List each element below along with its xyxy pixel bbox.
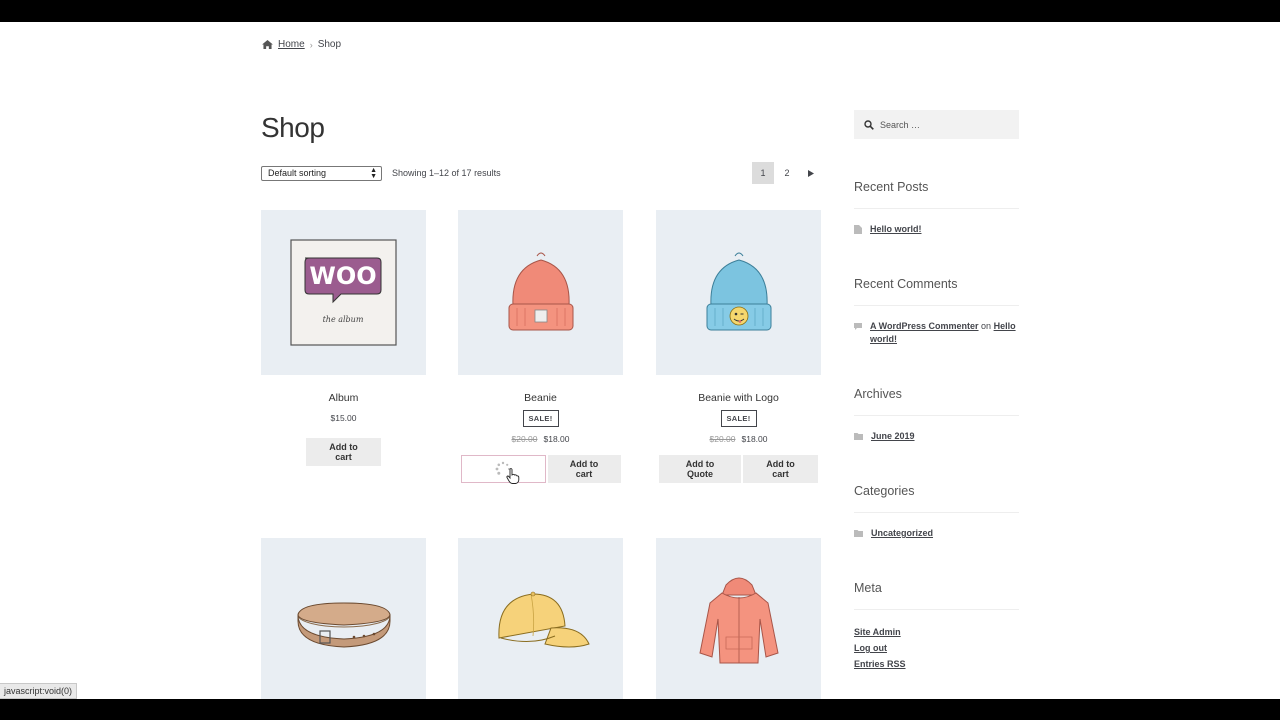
list-item: Hello world! [854,223,1019,236]
product-image-beanie[interactable] [458,210,623,375]
search-icon [864,119,874,130]
add-to-quote-button[interactable]: Add to Quote [659,455,741,483]
product-image-cap[interactable] [458,538,623,699]
widget-title: Categories [854,484,1019,513]
product-card-cap [458,538,623,699]
select-arrows-icon: ▲ ▼ [370,167,377,180]
site-admin-link[interactable]: Site Admin [854,624,1019,640]
album-caption: the album [322,315,363,324]
product-card-album: WOO the album Album $15.00 Add to cart [261,210,426,466]
category-link[interactable]: Uncategorized [871,527,933,540]
breadcrumb-home-link[interactable]: Home [278,39,305,50]
search-input[interactable]: Search … [854,110,1019,139]
widget-archives: Archives June 2019 [854,387,1019,443]
add-to-cart-button[interactable]: Add to cart [743,455,818,483]
beanie-image [508,252,573,330]
product-price: $15.00 [261,413,426,423]
browser-status-bar: javascript:void(0) [0,683,78,699]
pagination: 1 2 [752,162,824,184]
belt-image [296,601,391,648]
widget-title: Archives [854,387,1019,416]
widget-title: Recent Comments [854,277,1019,306]
product-image-belt[interactable] [261,538,426,699]
product-card-beanie-with-logo: Beanie with Logo SALE! $20.00 $18.00 Add … [656,210,821,483]
breadcrumb-separator: › [309,39,313,50]
sort-select[interactable]: Default sorting ▲ ▼ [261,166,382,181]
widget-categories: Categories Uncategorized [854,484,1019,540]
list-item: A WordPress Commenter on Hello world! [854,320,1019,346]
sale-badge: SALE! [522,410,559,427]
current-price: $15.00 [330,413,357,423]
entries-rss-link[interactable]: Entries RSS [854,656,1019,672]
comment-author-link[interactable]: A WordPress Commenter [870,321,979,331]
next-page-button[interactable] [800,162,822,184]
comment-text: A WordPress Commenter on Hello world! [870,320,1019,346]
comment-icon [854,323,862,330]
page-2-link[interactable]: 2 [776,162,798,184]
product-card-hoodie [656,538,821,699]
archive-link[interactable]: June 2019 [871,430,915,443]
product-name[interactable]: Beanie with Logo [656,392,821,404]
triangle-right-icon [808,169,814,177]
sort-select-value: Default sorting [268,168,327,178]
home-icon [262,40,273,49]
product-price: $20.00 $18.00 [656,434,821,444]
sale-badge: SALE! [720,410,757,427]
document-icon [854,225,862,234]
comment-on-text: on [981,321,992,331]
browser-viewport: Home › Shop Shop Default sorting ▲ ▼ Show… [0,22,1280,699]
cap-image [497,591,590,647]
folder-icon [854,530,863,537]
product-card-beanie: Beanie SALE! $20.00 $18.00 Add to cart [458,210,623,484]
page-title: Shop [261,112,325,143]
album-logo-text: WOO [309,262,376,290]
product-price: $20.00 $18.00 [458,434,623,444]
widget-title: Recent Posts [854,180,1019,209]
add-to-cart-button[interactable]: Add to cart [306,438,381,466]
add-to-quote-button-loading[interactable] [460,455,546,484]
add-to-cart-button[interactable]: Add to cart [547,455,621,483]
widget-meta: Meta Site Admin Log out Entries RSS [854,581,1019,672]
page-1-current: 1 [752,162,774,184]
widget-recent-posts: Recent Posts Hello world! [854,180,1019,236]
old-price: $20.00 [709,434,736,444]
log-out-link[interactable]: Log out [854,640,1019,656]
product-image-album[interactable]: WOO the album [261,210,426,375]
list-item: June 2019 [854,430,1019,443]
result-count: Showing 1–12 of 17 results [392,168,501,178]
recent-post-link[interactable]: Hello world! [870,223,922,236]
product-name[interactable]: Album [261,392,426,404]
old-price: $20.00 [511,434,538,444]
search-placeholder: Search … [880,119,921,130]
breadcrumb-current: Shop [317,39,342,50]
folder-icon [854,433,863,440]
list-item: Uncategorized [854,527,1019,540]
product-image-hoodie[interactable] [656,538,821,699]
widget-title: Meta [854,581,1019,610]
product-name[interactable]: Beanie [458,392,623,404]
album-cover-image: WOO the album [289,238,397,346]
sidebar: Search … Recent Posts Hello world! Recen… [854,110,1019,672]
beanie-with-logo-image [706,252,771,330]
product-card-belt [261,538,426,699]
breadcrumb: Home › Shop [262,39,341,50]
current-price: $18.00 [543,434,570,444]
hoodie-image [698,577,779,663]
current-price: $18.00 [741,434,768,444]
widget-recent-comments: Recent Comments A WordPress Commenter on… [854,277,1019,346]
product-image-beanie-with-logo[interactable] [656,210,821,375]
hand-cursor-icon [505,468,519,484]
